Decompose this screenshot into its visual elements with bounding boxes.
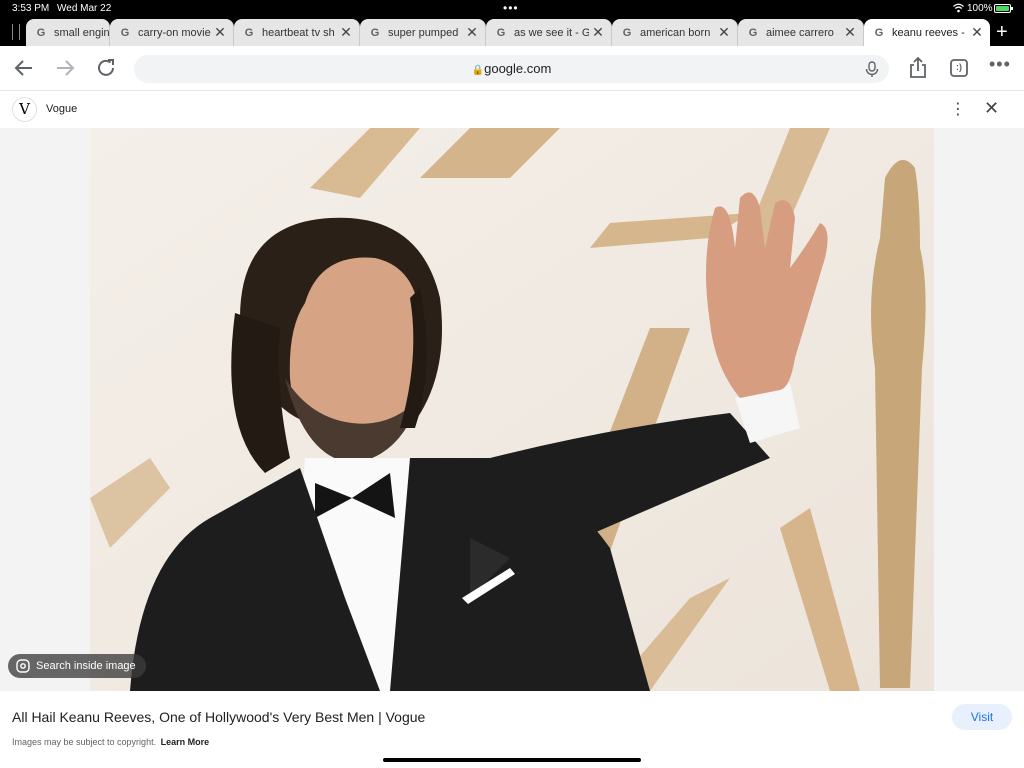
google-g-icon: G bbox=[622, 26, 632, 39]
tab-super-pumped[interactable]: G super pumped ✕ bbox=[360, 19, 486, 46]
image-viewer: Search inside image bbox=[0, 128, 1024, 691]
url-text: google.com bbox=[484, 61, 552, 76]
tab-label: american born bbox=[640, 26, 711, 39]
tab-label: as we see it - G bbox=[514, 26, 589, 39]
tab-small-engin[interactable]: G small engin bbox=[26, 19, 110, 46]
kebab-menu-icon[interactable]: ⋮ bbox=[950, 99, 966, 119]
tab-close-icon[interactable]: ✕ bbox=[841, 24, 859, 41]
learn-more-link[interactable]: Learn More bbox=[161, 737, 210, 747]
battery-percentage: 100% bbox=[967, 3, 993, 14]
tab-label: aimee carrero bbox=[766, 26, 834, 39]
tab-close-icon[interactable]: ✕ bbox=[715, 24, 733, 41]
new-tab-button[interactable]: + bbox=[996, 22, 1008, 42]
lock-icon: 🔒 bbox=[471, 65, 485, 76]
google-g-icon: G bbox=[370, 26, 380, 39]
tab-label: small engin bbox=[54, 26, 109, 39]
reload-icon[interactable] bbox=[94, 56, 118, 80]
tab-close-icon[interactable]: ✕ bbox=[211, 24, 229, 41]
tab-label: keanu reeves - bbox=[892, 26, 965, 39]
url-display[interactable]: 🔒google.com bbox=[134, 61, 889, 76]
wifi-icon bbox=[953, 3, 964, 13]
google-g-icon: G bbox=[748, 26, 758, 39]
copyright-notice: Images may be subject to copyright. Lear… bbox=[12, 737, 209, 747]
tab-close-icon[interactable]: ✕ bbox=[337, 24, 355, 41]
tab-label: carry-on movie bbox=[138, 26, 211, 39]
image-source-header: V Vogue ⋮ ✕ bbox=[0, 90, 1024, 128]
multitasking-dots-icon[interactable]: ••• bbox=[503, 1, 519, 15]
tab-close-icon[interactable]: ✕ bbox=[589, 24, 607, 41]
status-bar: 3:53 PM Wed Mar 22 ••• 100% bbox=[0, 0, 1024, 18]
search-inside-image-button[interactable]: Search inside image bbox=[8, 654, 146, 678]
vogue-logo[interactable]: V bbox=[12, 97, 37, 122]
browser-toolbar: 🔒google.com :) ••• bbox=[0, 46, 1024, 90]
visit-button[interactable]: Visit bbox=[952, 704, 1012, 730]
tab-label: super pumped bbox=[388, 26, 459, 39]
share-icon[interactable] bbox=[906, 56, 930, 80]
tab-heartbeat[interactable]: G heartbeat tv sh ✕ bbox=[234, 19, 360, 46]
address-bar[interactable]: 🔒google.com bbox=[134, 55, 889, 83]
home-indicator[interactable] bbox=[383, 758, 641, 762]
result-title[interactable]: All Hail Keanu Reeves, One of Hollywood'… bbox=[12, 709, 425, 725]
close-icon[interactable]: ✕ bbox=[984, 98, 999, 119]
microphone-icon[interactable] bbox=[863, 60, 881, 78]
tab-aimee-carrero[interactable]: G aimee carrero ✕ bbox=[738, 19, 864, 46]
back-arrow-icon[interactable] bbox=[12, 56, 36, 80]
result-caption: All Hail Keanu Reeves, One of Hollywood'… bbox=[0, 691, 1024, 768]
tab-close-icon[interactable]: ✕ bbox=[463, 24, 481, 41]
tab-keanu-reeves[interactable]: G keanu reeves - ✕ bbox=[864, 19, 990, 46]
tab-count: :) bbox=[956, 62, 962, 72]
tab-switcher-button[interactable]: :) bbox=[947, 56, 971, 80]
forward-arrow-icon[interactable] bbox=[53, 56, 77, 80]
tab-label: heartbeat tv sh bbox=[262, 26, 335, 39]
tab-close-icon[interactable]: ✕ bbox=[968, 24, 986, 41]
search-inside-label: Search inside image bbox=[36, 660, 136, 672]
battery-icon bbox=[994, 4, 1013, 13]
google-g-icon: G bbox=[36, 26, 46, 39]
tab-strip: G small engin G carry-on movie ✕ G heart… bbox=[0, 18, 1024, 46]
tab-overflow-handle[interactable] bbox=[12, 24, 20, 40]
result-image[interactable] bbox=[90, 128, 934, 691]
google-lens-icon bbox=[16, 659, 30, 673]
tab-as-we-see-it[interactable]: G as we see it - G ✕ bbox=[486, 19, 612, 46]
more-options-icon[interactable]: ••• bbox=[989, 54, 1013, 78]
google-g-icon: G bbox=[244, 26, 254, 39]
copyright-text: Images may be subject to copyright. bbox=[12, 737, 157, 747]
status-time: 3:53 PM bbox=[12, 3, 50, 14]
google-g-icon: G bbox=[496, 26, 506, 39]
tab-american-born[interactable]: G american born ✕ bbox=[612, 19, 738, 46]
source-name[interactable]: Vogue bbox=[46, 103, 77, 115]
google-g-icon: G bbox=[120, 26, 130, 39]
tab-carry-on-movie[interactable]: G carry-on movie ✕ bbox=[110, 19, 234, 46]
google-g-icon: G bbox=[874, 26, 884, 39]
status-date: Wed Mar 22 bbox=[57, 3, 112, 14]
